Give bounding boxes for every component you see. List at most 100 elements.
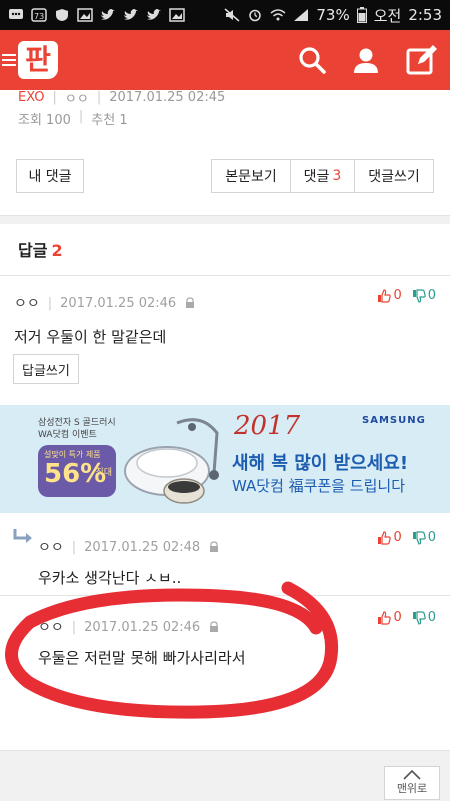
- comment-text: 우카소 생각난다 ㅅㅂ..: [38, 569, 182, 587]
- content-area: EXO | ㅇㅇ | 2017.01.25 02:45 조회 100 | 추천 …: [0, 88, 450, 801]
- time-period: 오전: [373, 6, 402, 25]
- post-meta: EXO | ㅇㅇ | 2017.01.25 02:45: [18, 88, 225, 107]
- ad-product-image: [124, 418, 219, 504]
- comments-tab-label: 댓글: [303, 169, 330, 185]
- battery-icon: [356, 7, 367, 23]
- shield-icon: [56, 9, 68, 21]
- ad-headline: 새해 복 많이 받으세요!: [232, 453, 409, 474]
- divider: [0, 275, 450, 276]
- upvote-count: 0: [393, 288, 402, 303]
- photo-icon: [77, 8, 93, 22]
- comment-author: ㅇㅇ: [38, 540, 64, 556]
- comments-tab-button[interactable]: 댓글 3: [290, 159, 355, 193]
- scroll-to-top-button[interactable]: 맨위로: [384, 766, 440, 800]
- write-comment-button[interactable]: 댓글쓰기: [354, 159, 434, 193]
- separator: |: [71, 619, 77, 635]
- user-icon[interactable]: [352, 46, 380, 74]
- my-comments-button[interactable]: 내 댓글: [16, 159, 84, 193]
- clock-time: 2:53: [408, 6, 442, 24]
- ad-discount-badge: 설맞이 특가 제품 56% 최대: [38, 445, 116, 497]
- signal-icon: [294, 9, 309, 21]
- separator: |: [52, 90, 57, 105]
- upvote-count: 0: [393, 610, 402, 625]
- comment-text: 저거 우둘이 한 말같은데: [14, 328, 167, 346]
- post-datetime: 2017.01.25 02:45: [109, 90, 226, 105]
- post-recommend: 추천 1: [91, 113, 128, 128]
- replies-title: 답글: [18, 241, 48, 260]
- header-actions: [298, 44, 450, 76]
- menu-icon[interactable]: [2, 54, 16, 66]
- bottom-area: [0, 750, 450, 801]
- comment-datetime: 2017.01.25 02:48: [84, 539, 201, 555]
- ad-banner[interactable]: 삼성전자 S 골드러시 WA닷컴 이벤트 설맞이 특가 제품 56% 최대 20…: [0, 405, 450, 513]
- comment-toolbar: 본문보기 댓글 3 댓글쓰기: [211, 159, 434, 193]
- twitter-icon: [147, 9, 161, 20]
- comment-text: 우둘은 저런말 못해 빠가사리라서: [38, 649, 246, 667]
- search-icon[interactable]: [298, 46, 326, 74]
- comment-meta: ㅇㅇ | 2017.01.25 02:46: [14, 293, 196, 313]
- comment-votes: 0 0: [377, 288, 436, 303]
- thumbs-up-icon: [378, 610, 392, 625]
- logo-area[interactable]: 판: [0, 41, 58, 79]
- app-header: 판: [0, 30, 450, 90]
- comment-votes: 0 0: [377, 610, 436, 625]
- section-divider: [0, 215, 450, 224]
- view-post-button[interactable]: 본문보기: [211, 159, 291, 193]
- comment-author: ㅇㅇ: [38, 620, 64, 636]
- post-author: ㅇㅇ: [64, 92, 89, 107]
- comments-count: 3: [332, 168, 342, 184]
- replies-header: 답글 2: [18, 237, 63, 261]
- twitter-icon: [124, 9, 138, 20]
- ad-sponsor-line2: WA닷컴 이벤트: [38, 430, 97, 440]
- post-category[interactable]: EXO: [18, 90, 45, 105]
- write-reply-button[interactable]: 답글쓰기: [13, 354, 79, 384]
- svg-text:73: 73: [34, 12, 44, 21]
- status-right-icons: 73% 오전 2:53: [224, 5, 442, 26]
- lock-icon: [210, 621, 219, 632]
- thumbs-up-icon: [378, 530, 392, 545]
- alarm-icon: [249, 9, 262, 22]
- separator: |: [96, 90, 102, 105]
- divider: [0, 595, 450, 596]
- status-left-icons: 73: [8, 8, 185, 22]
- thumbs-down-icon: [412, 610, 426, 625]
- downvote-count: 0: [427, 530, 436, 545]
- chevron-up-icon: [403, 770, 421, 780]
- comment-datetime: 2017.01.25 02:46: [84, 619, 201, 635]
- upvote-button[interactable]: 0: [377, 288, 402, 303]
- wifi-icon: [270, 9, 286, 21]
- thumbs-down-icon: [412, 530, 426, 545]
- post-stats: 조회 100 | 추천 1: [18, 109, 128, 128]
- upvote-button[interactable]: 0: [377, 610, 402, 625]
- edit-icon[interactable]: [406, 44, 438, 76]
- scroll-to-top-label: 맨위로: [396, 782, 428, 795]
- ad-max-label: 최대: [95, 468, 112, 478]
- status-bar: 73 73% 오전 2:53: [0, 0, 450, 30]
- pann-logo[interactable]: 판: [18, 41, 58, 79]
- downvote-button[interactable]: 0: [412, 288, 436, 303]
- thumbs-up-icon: [378, 288, 392, 303]
- ad-subline: WA닷컴 福쿠폰을 드립니다: [232, 477, 406, 495]
- replies-count: 2: [51, 241, 63, 260]
- comment-votes: 0 0: [377, 530, 436, 545]
- mute-icon: [224, 8, 240, 22]
- downvote-button[interactable]: 0: [412, 610, 436, 625]
- comment-meta: ㅇㅇ | 2017.01.25 02:48: [38, 537, 220, 557]
- ad-brand-logo: SAMSUNG: [362, 415, 426, 426]
- comment-author: ㅇㅇ: [14, 296, 40, 312]
- downvote-button[interactable]: 0: [412, 530, 436, 545]
- ad-year: 2017: [234, 411, 301, 441]
- gallery-icon: [169, 8, 185, 22]
- separator: |: [78, 109, 84, 124]
- lock-icon: [210, 541, 219, 552]
- upvote-count: 0: [393, 530, 402, 545]
- comment-datetime: 2017.01.25 02:46: [60, 295, 177, 311]
- separator: |: [71, 539, 77, 555]
- upvote-button[interactable]: 0: [377, 530, 402, 545]
- notification-badge-icon: 73: [31, 8, 47, 22]
- downvote-count: 0: [427, 610, 436, 625]
- lock-icon: [186, 297, 195, 308]
- ad-sponsor: 삼성전자 S 골드러시 WA닷컴 이벤트: [38, 417, 116, 441]
- thumbs-down-icon: [412, 288, 426, 303]
- ad-sponsor-line1: 삼성전자 S 골드러시: [38, 418, 116, 428]
